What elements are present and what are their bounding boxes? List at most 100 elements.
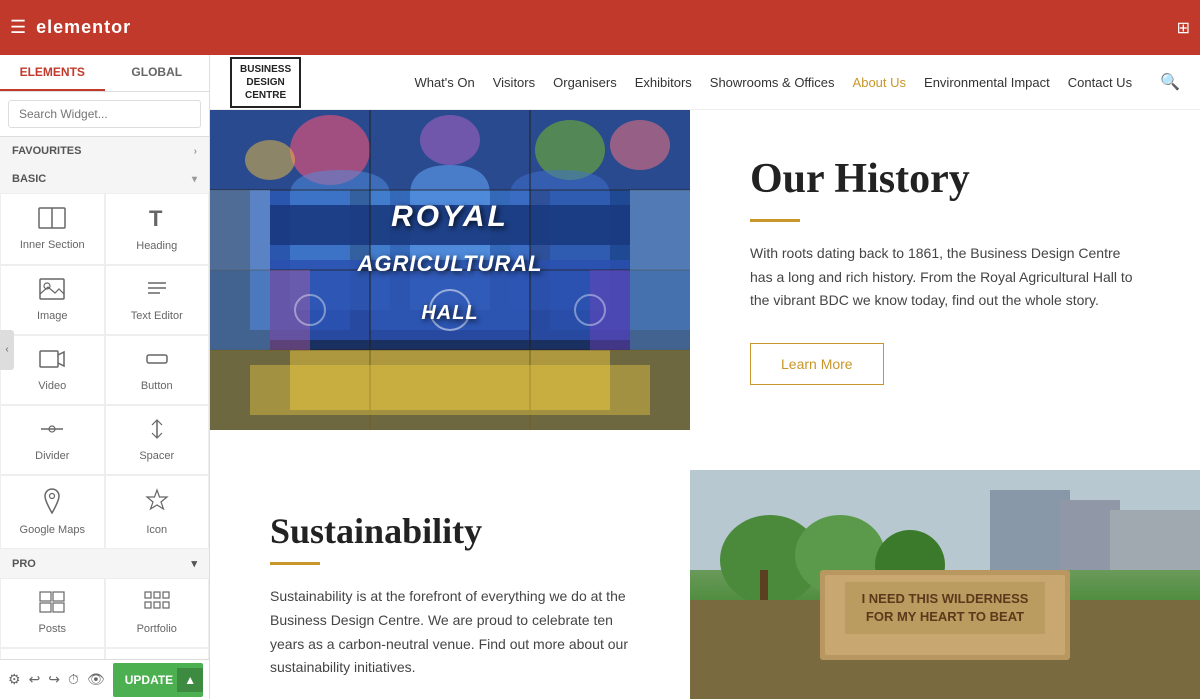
sidebar-content: FAVOURITES › BASIC ▾ Inner Section [0, 137, 209, 659]
main-layout: ELEMENTS GLOBAL FAVOURITES › BASIC ▾ [0, 55, 1200, 699]
history-icon[interactable]: ⏱ [68, 671, 79, 688]
widget-portfolio-label: Portfolio [137, 623, 177, 635]
website-nav: BUSINESS DESIGN CENTRE What's On Visitor… [210, 55, 1200, 110]
update-arrow[interactable]: ▲ [177, 668, 203, 692]
nav-whats-on[interactable]: What's On [414, 75, 474, 90]
widget-spacer[interactable]: Spacer [105, 405, 210, 475]
widget-video[interactable]: Video [0, 335, 105, 405]
stained-glass-royal-text: ROYAL [210, 200, 690, 234]
undo-icon[interactable]: ↩ [29, 671, 41, 688]
history-image: ROYAL AGRICULTURAL HALL [210, 110, 690, 430]
sustainability-title: Sustainability [270, 510, 630, 552]
history-title: Our History [750, 155, 1140, 203]
divider-icon [39, 418, 65, 444]
icon-widget-icon [144, 488, 170, 518]
favourites-label: FAVOURITES [12, 145, 81, 157]
history-section: ROYAL AGRICULTURAL HALL Our History With… [210, 110, 1200, 470]
widget-video-label: Video [38, 380, 66, 392]
canvas: BUSINESS DESIGN CENTRE What's On Visitor… [210, 55, 1200, 699]
text-editor-icon [144, 278, 170, 304]
sidebar-tabs: ELEMENTS GLOBAL [0, 55, 209, 92]
widget-button-label: Button [141, 380, 173, 392]
website-content: ROYAL AGRICULTURAL HALL Our History With… [210, 110, 1200, 699]
basic-arrow: ▾ [192, 174, 197, 185]
widget-button[interactable]: Button [105, 335, 210, 405]
nav-search-icon[interactable]: 🔍 [1160, 72, 1180, 92]
widget-spacer-label: Spacer [139, 450, 174, 462]
widget-image[interactable]: Image [0, 265, 105, 335]
nav-exhibitors[interactable]: Exhibitors [635, 75, 692, 90]
hamburger-icon[interactable]: ☰ [10, 17, 26, 38]
widget-image-label: Image [37, 310, 68, 322]
nav-visitors[interactable]: Visitors [493, 75, 535, 90]
history-description: With roots dating back to 1861, the Busi… [750, 242, 1140, 313]
sustainability-section: Sustainability Sustainability is at the … [210, 470, 1200, 699]
widget-posts[interactable]: Posts [0, 578, 105, 648]
sustainability-description: Sustainability is at the forefront of ev… [270, 585, 630, 680]
button-icon [144, 348, 170, 374]
widget-portfolio[interactable]: Portfolio [105, 578, 210, 648]
settings-icon[interactable]: ⚙ [8, 671, 21, 688]
sustainability-accent-line [270, 562, 320, 565]
redo-icon[interactable]: ↪ [48, 671, 60, 688]
video-icon [39, 348, 65, 374]
sustainability-image: I NEED THIS WILDERNESS FOR MY HEART TO B… [690, 470, 1200, 699]
posts-icon [39, 591, 65, 617]
grid-icon[interactable]: ⊞ [1177, 18, 1190, 38]
favourites-arrow: › [194, 146, 197, 157]
stained-glass-image: ROYAL AGRICULTURAL HALL [210, 110, 690, 430]
website-preview: BUSINESS DESIGN CENTRE What's On Visitor… [210, 55, 1200, 699]
sustainability-content: Sustainability Sustainability is at the … [210, 470, 690, 699]
nav-organisers[interactable]: Organisers [553, 75, 617, 90]
inner-section-icon [38, 207, 66, 233]
widget-inner-section[interactable]: Inner Section [0, 193, 105, 265]
widget-divider[interactable]: Divider [0, 405, 105, 475]
spacer-icon [144, 418, 170, 444]
search-input[interactable] [8, 100, 201, 128]
stained-glass-agri-text: AGRICULTURAL [210, 251, 690, 277]
basic-widgets-grid: Inner Section T Heading Image [0, 193, 209, 549]
elementor-logo: elementor [36, 17, 131, 38]
sustain-sign-text: I NEED THIS WILDERNESS FOR MY HEART TO B… [845, 581, 1045, 633]
basic-label: BASIC [12, 173, 46, 185]
sidebar: ELEMENTS GLOBAL FAVOURITES › BASIC ▾ [0, 55, 210, 699]
google-maps-icon [41, 488, 63, 518]
widget-divider-label: Divider [35, 450, 69, 462]
heading-icon: T [146, 206, 168, 234]
tab-global[interactable]: GLOBAL [105, 55, 210, 91]
nav-showrooms[interactable]: Showrooms & Offices [710, 75, 835, 90]
widget-google-maps-label: Google Maps [20, 524, 85, 536]
nav-contact[interactable]: Contact Us [1068, 75, 1132, 90]
nav-environmental[interactable]: Environmental Impact [924, 75, 1050, 90]
favourites-section-header[interactable]: FAVOURITES › [0, 137, 209, 165]
history-accent-line [750, 219, 800, 222]
image-icon [39, 278, 65, 304]
learn-more-button[interactable]: Learn More [750, 343, 884, 385]
portfolio-icon [144, 591, 170, 617]
sidebar-search [0, 92, 209, 137]
widget-inner-section-label: Inner Section [20, 239, 85, 251]
widget-heading[interactable]: T Heading [105, 193, 210, 265]
update-button[interactable]: UPDATE ▲ [113, 663, 203, 697]
top-bar: ☰ elementor ⊞ [0, 0, 1200, 55]
widget-heading-label: Heading [136, 240, 177, 252]
svg-text:T: T [149, 206, 163, 230]
widget-gallery[interactable]: Gallery [0, 648, 105, 659]
pro-arrow: ▾ [191, 557, 197, 570]
nav-about-us[interactable]: About Us [853, 75, 906, 90]
nav-links: What's On Visitors Organisers Exhibitors… [414, 72, 1180, 92]
pro-widgets-grid: Posts Portfolio Gallery [0, 578, 209, 659]
preview-icon[interactable]: 👁 [87, 671, 105, 688]
widget-icon[interactable]: Icon [105, 475, 210, 549]
pro-label: PRO [12, 558, 36, 570]
widget-form[interactable]: Form [105, 648, 210, 659]
site-logo: BUSINESS DESIGN CENTRE [230, 57, 301, 108]
widget-text-editor[interactable]: Text Editor [105, 265, 210, 335]
basic-section-header[interactable]: BASIC ▾ [0, 165, 209, 193]
pro-section-header[interactable]: PRO ▾ [0, 549, 209, 578]
sidebar-bottom-bar: ⚙ ↩ ↪ ⏱ 👁 UPDATE ▲ [0, 659, 209, 699]
widget-google-maps[interactable]: Google Maps [0, 475, 105, 549]
tab-elements[interactable]: ELEMENTS [0, 55, 105, 91]
top-bar-left: ☰ elementor [10, 17, 131, 38]
collapse-handle[interactable]: ‹ [0, 330, 14, 370]
